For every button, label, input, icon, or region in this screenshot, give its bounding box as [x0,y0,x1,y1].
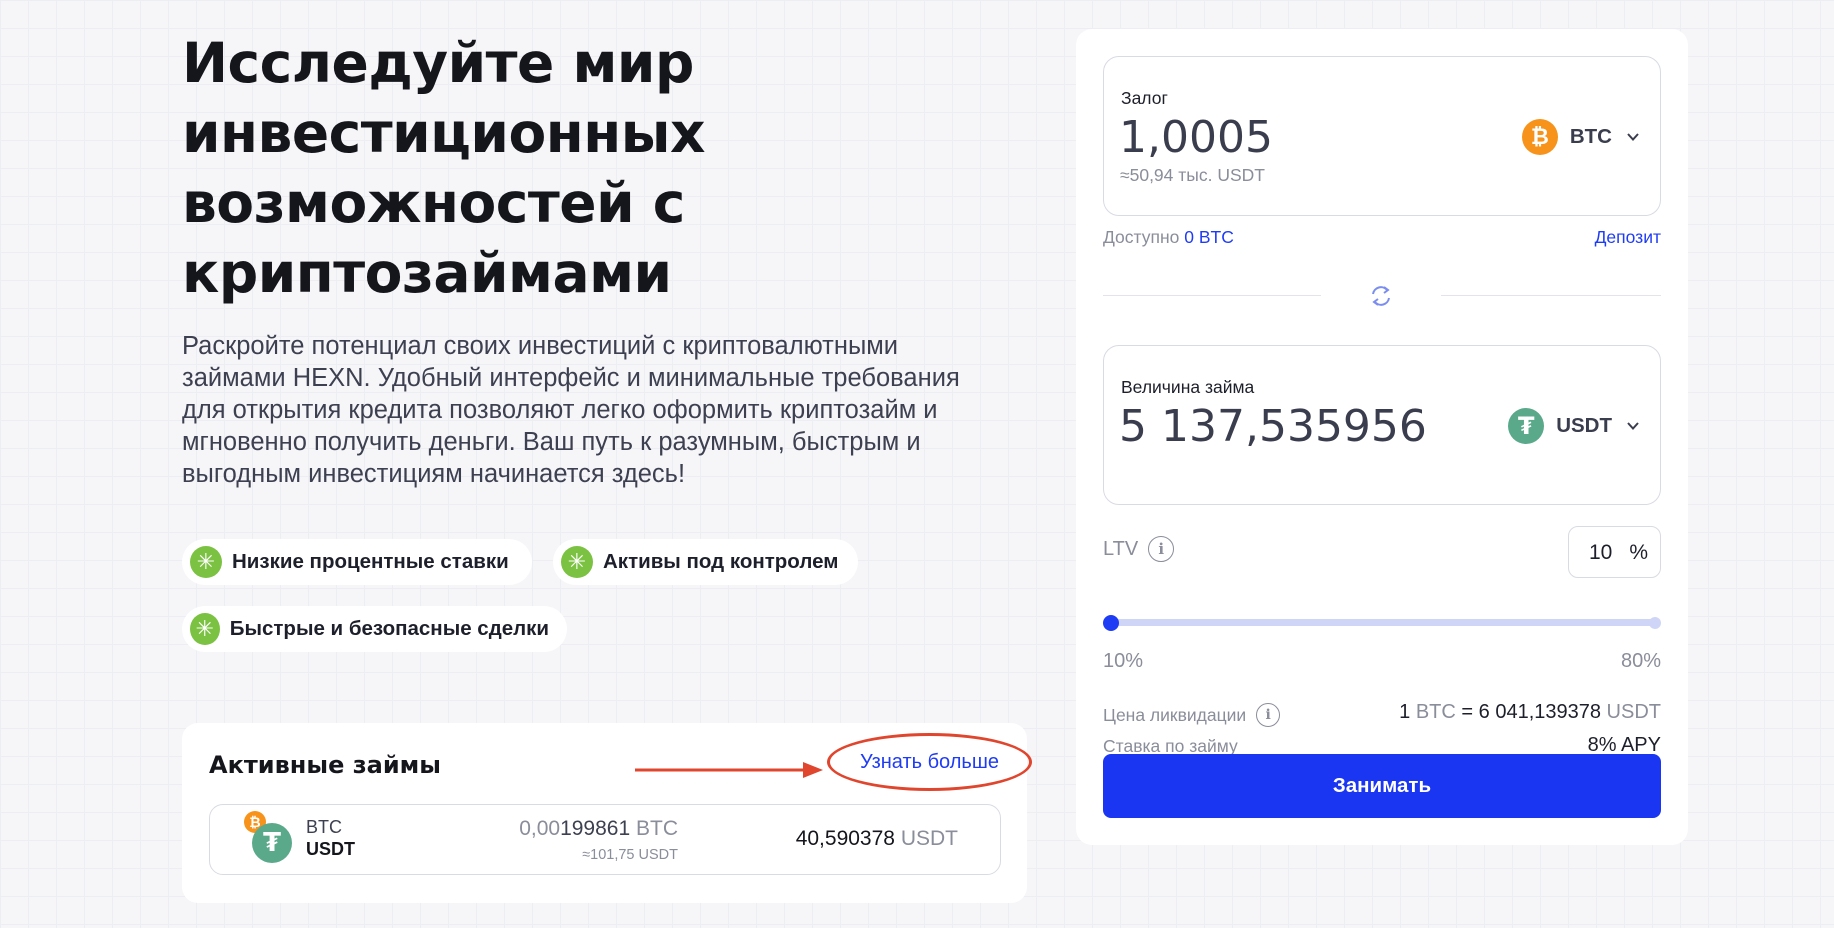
slider-end-marker [1649,617,1661,629]
ltv-label-text: LTV [1103,537,1139,560]
page-title-line: возможностей с [182,171,685,235]
loan-calculator-card: Залог 1,0005 ≈50,94 тыс. USDT ₿ BTC Дост… [1076,29,1688,845]
description-line: мгновенно получить деньги. Ваш путь к ра… [182,428,921,456]
check-icon: ✳ [190,546,222,578]
info-icon[interactable]: i [1148,536,1175,562]
learn-more-link[interactable]: Узнать больше [827,733,1032,791]
feature-fast-secure: ✳ Быстрые и безопасные сделки [182,606,567,652]
page-description: Раскройте потенциал своих инвестиций с к… [182,330,1022,490]
bitcoin-icon: ₿ [1521,119,1558,155]
loan-amount-field[interactable]: Величина займа 5 137,535956 ₮ USDT [1103,345,1661,505]
liq-equals: = [1461,701,1474,723]
collateral-unit: BTC [636,817,678,840]
check-icon: ✳ [190,613,220,645]
collateral-amount-prefix: 0,00 [519,817,561,840]
collateral-currency: BTC [1569,125,1612,148]
loan-currency-select[interactable]: ₮ USDT [1508,406,1640,446]
collateral-field[interactable]: Залог 1,0005 ≈50,94 тыс. USDT ₿ BTC [1103,56,1661,216]
collateral-currency-select[interactable]: ₿ BTC [1521,117,1640,157]
chevron-down-icon [1627,133,1639,141]
swap-icon[interactable] [1367,283,1395,309]
loan-currency: USDT [1556,414,1612,437]
loan-amount-input[interactable]: 5 137,535956 [1119,401,1427,452]
active-loans-card: Активные займы Узнать больше ₿ ₮ BTC USD… [182,723,1032,903]
description-line: выгодным инвестициям начинается здесь! [182,460,686,488]
active-loans-title: Активные займы [209,751,441,779]
deposit-link[interactable]: Депозит [1595,227,1661,248]
liquidation-price-row: Цена ликвидации i 1 BTC = 6 041,139378 U… [1103,701,1661,729]
liquidation-label-text: Цена ликвидации [1103,704,1247,725]
collateral-label: Залог [1121,88,1168,108]
ltv-input[interactable]: 10 % [1568,526,1661,578]
liquidation-price-value: 1 BTC = 6 041,139378 USDT [1399,701,1661,724]
available-label: Доступно [1103,227,1180,247]
description-line: для открытия кредита позволяют легко офо… [182,396,938,424]
collateral-approx: ≈101,75 USDT [582,847,678,863]
chevron-down-icon [1627,422,1639,430]
page-title: Исследуйте мир инвестиционных возможност… [182,28,742,308]
liq-left-unit: BTC [1415,701,1456,723]
liq-right-amount: 6 041,139378 [1478,701,1601,723]
slider-thumb[interactable] [1103,615,1119,631]
loan-amount: 40,590378 USDT [796,827,958,851]
loan-row[interactable]: ₿ ₮ BTC USDT 0,00199861 BTC ≈101,75 USDT… [209,804,1001,875]
page: Исследуйте мир инвестиционных возможност… [0,0,1834,928]
page-title-line: криптозаймами [182,241,672,305]
info-icon[interactable]: i [1256,703,1281,727]
available-row: Доступно 0 BTC Депозит [1103,227,1661,248]
ltv-label: LTV i [1103,536,1175,562]
ltv-slider[interactable] [1103,615,1661,631]
divider [1103,295,1321,296]
available-value: 0 BTC [1184,227,1234,247]
feature-label: Активы под контролем [603,550,839,573]
annotation-arrow-icon [635,762,823,778]
page-title-line: Исследуйте мир [182,31,694,95]
liq-left-amount: 1 [1399,701,1411,723]
loan-symbol: USDT [306,839,355,859]
page-title-line: инвестиционных [182,101,705,165]
loan-amount-value: 40,590378 [795,827,895,850]
liq-right-unit: USDT [1606,701,1661,723]
ltv-value: 10 [1589,541,1613,564]
ltv-unit: % [1629,541,1648,564]
loan-amount-unit: USDT [900,827,958,850]
pair-icons: ₿ ₮ [244,811,292,863]
liquidation-price-label: Цена ликвидации i [1103,703,1281,727]
slider-track[interactable] [1109,619,1655,626]
divider [1441,295,1661,296]
description-line: займами HEXN. Удобный интерфейс и минима… [182,364,960,392]
feature-label: Низкие процентные ставки [232,550,509,573]
loan-amount-label: Величина займа [1121,377,1255,397]
borrow-button[interactable]: Занимать [1103,754,1661,818]
collateral-input[interactable]: 1,0005 [1119,112,1273,163]
collateral-amount: 0,00199861 BTC [519,817,678,841]
ltv-max-label: 80% [1620,650,1661,672]
collateral-amount-main: 199861 [560,817,631,840]
feature-label: Быстрые и безопасные сделки [229,617,549,640]
feature-low-rates: ✳ Низкие процентные ставки [182,539,532,585]
check-icon: ✳ [561,546,593,578]
description-line: Раскройте потенциал своих инвестиций с к… [182,332,899,360]
collateral-symbol: BTC [306,817,342,837]
collateral-approx: ≈50,94 тыс. USDT [1120,165,1265,185]
feature-assets-control: ✳ Активы под контролем [553,539,858,585]
tether-icon: ₮ [1508,408,1545,444]
tether-icon: ₮ [252,823,292,863]
ltv-min-label: 10% [1103,650,1144,672]
